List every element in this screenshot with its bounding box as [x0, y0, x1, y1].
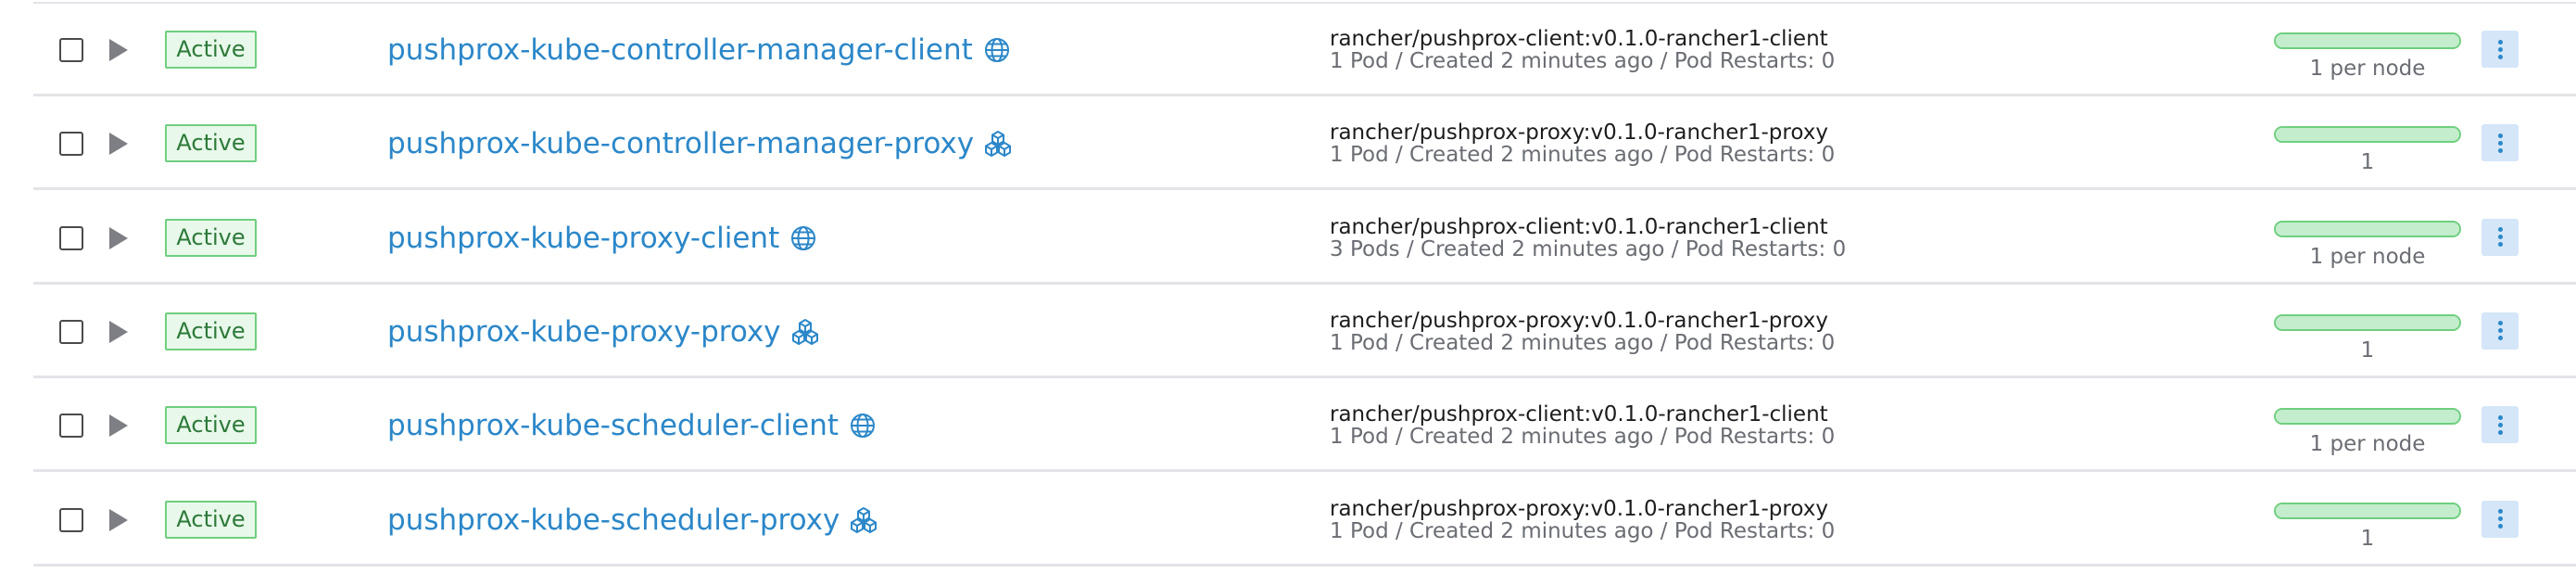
row-select-checkbox[interactable] — [59, 414, 83, 439]
table-row: Active pushprox-kube-proxy-proxy rancher… — [33, 286, 2576, 378]
row-actions-menu-button[interactable] — [2481, 124, 2519, 162]
workload-image: rancher/pushprox-client:v0.1.0-rancher1-… — [1330, 214, 1828, 239]
cubes-icon — [849, 505, 878, 535]
row-select-checkbox[interactable] — [59, 38, 83, 62]
workload-image: rancher/pushprox-client:v0.1.0-rancher1-… — [1330, 27, 1828, 51]
expand-row-caret-icon[interactable] — [109, 39, 128, 61]
row-select-checkbox[interactable] — [59, 132, 83, 157]
scale-progress-fill — [2276, 222, 2459, 236]
vertical-dots-icon — [2497, 39, 2503, 59]
status-badge: Active — [165, 218, 257, 257]
workload-meta: 1 Pod / Created 2 minutes ago / Pod Rest… — [1330, 143, 1836, 168]
workloads-table: Active pushprox-kube-controller-manager-… — [0, 0, 2576, 573]
workload-meta: 1 Pod / Created 2 minutes ago / Pod Rest… — [1330, 330, 1836, 355]
row-select-checkbox[interactable] — [59, 507, 83, 532]
scale-progress-bar — [2274, 126, 2461, 144]
scale-label: 1 — [2360, 526, 2375, 551]
status-badge: Active — [165, 500, 257, 539]
workload-meta: 1 Pod / Created 2 minutes ago / Pod Rest… — [1330, 49, 1836, 73]
vertical-dots-icon — [2497, 133, 2503, 153]
status-badge: Active — [165, 31, 257, 69]
table-row: Active pushprox-kube-controller-manager-… — [33, 4, 2576, 96]
scale-progress-fill — [2276, 315, 2459, 329]
scale-progress-fill — [2276, 503, 2459, 517]
status-badge: Active — [165, 312, 257, 350]
workload-name-link[interactable]: pushprox-kube-controller-manager-client — [387, 32, 1012, 69]
expand-row-caret-icon[interactable] — [109, 133, 128, 156]
row-actions-menu-button[interactable] — [2481, 500, 2519, 538]
cubes-icon — [790, 317, 820, 347]
vertical-dots-icon — [2497, 227, 2503, 248]
expand-row-caret-icon[interactable] — [109, 320, 128, 343]
globe-icon — [848, 411, 878, 440]
workload-name-link[interactable]: pushprox-kube-proxy-proxy — [387, 313, 820, 350]
scale-label: 1 — [2360, 337, 2375, 363]
row-actions-menu-button[interactable] — [2481, 31, 2519, 68]
scale-label: 1 per node — [2309, 244, 2426, 269]
row-actions-menu-button[interactable] — [2481, 218, 2519, 256]
workload-image: rancher/pushprox-proxy:v0.1.0-rancher1-p… — [1330, 121, 1828, 146]
scale-progress-fill — [2276, 34, 2459, 47]
workload-name-link[interactable]: pushprox-kube-proxy-client — [387, 220, 818, 257]
workload-meta: 3 Pods / Created 2 minutes ago / Pod Res… — [1330, 236, 1847, 261]
row-select-checkbox[interactable] — [59, 225, 83, 250]
globe-icon — [789, 223, 818, 253]
workload-image: rancher/pushprox-proxy:v0.1.0-rancher1-p… — [1330, 496, 1828, 521]
status-badge: Active — [165, 124, 257, 163]
cubes-icon — [983, 129, 1013, 159]
scale-label: 1 — [2360, 150, 2375, 175]
table-row: Active pushprox-kube-scheduler-proxy ran… — [33, 474, 2576, 567]
scale-label: 1 per node — [2309, 57, 2426, 81]
workload-name-text: pushprox-kube-controller-manager-proxy — [387, 127, 975, 161]
scale-progress-bar — [2274, 32, 2461, 49]
scale-progress-bar — [2274, 313, 2461, 331]
globe-icon — [982, 35, 1012, 65]
workload-name-text: pushprox-kube-scheduler-proxy — [387, 503, 840, 537]
expand-row-caret-icon[interactable] — [109, 226, 128, 249]
vertical-dots-icon — [2497, 414, 2503, 435]
row-select-checkbox[interactable] — [59, 319, 83, 344]
expand-row-caret-icon[interactable] — [109, 508, 128, 531]
scale-progress-fill — [2276, 410, 2459, 424]
status-badge: Active — [165, 406, 257, 445]
workload-name-link[interactable]: pushprox-kube-scheduler-proxy — [387, 502, 878, 539]
table-row: Active pushprox-kube-scheduler-client ra… — [33, 379, 2576, 473]
workload-meta: 1 Pod / Created 2 minutes ago / Pod Rest… — [1330, 425, 1836, 450]
scale-progress-bar — [2274, 220, 2461, 237]
workload-meta: 1 Pod / Created 2 minutes ago / Pod Rest… — [1330, 518, 1836, 543]
row-actions-menu-button[interactable] — [2481, 312, 2519, 350]
vertical-dots-icon — [2497, 321, 2503, 341]
expand-row-caret-icon[interactable] — [109, 414, 128, 438]
workload-name-text: pushprox-kube-proxy-client — [387, 221, 780, 255]
table-row: Active pushprox-kube-controller-manager-… — [33, 97, 2576, 191]
scale-label: 1 per node — [2309, 432, 2426, 457]
table-row: Active pushprox-kube-proxy-client ranche… — [33, 192, 2576, 285]
workload-image: rancher/pushprox-proxy:v0.1.0-rancher1-p… — [1330, 308, 1828, 333]
workload-image: rancher/pushprox-client:v0.1.0-rancher1-… — [1330, 402, 1828, 427]
scale-progress-fill — [2276, 128, 2459, 142]
workload-name-text: pushprox-kube-proxy-proxy — [387, 314, 781, 349]
workload-name-link[interactable]: pushprox-kube-scheduler-client — [387, 407, 878, 444]
row-actions-menu-button[interactable] — [2481, 406, 2519, 444]
workload-name-link[interactable]: pushprox-kube-controller-manager-proxy — [387, 125, 1013, 162]
workload-name-text: pushprox-kube-controller-manager-client — [387, 33, 973, 67]
workload-name-text: pushprox-kube-scheduler-client — [387, 409, 840, 443]
scale-progress-bar — [2274, 502, 2461, 519]
vertical-dots-icon — [2497, 509, 2503, 528]
scale-progress-bar — [2274, 408, 2461, 426]
